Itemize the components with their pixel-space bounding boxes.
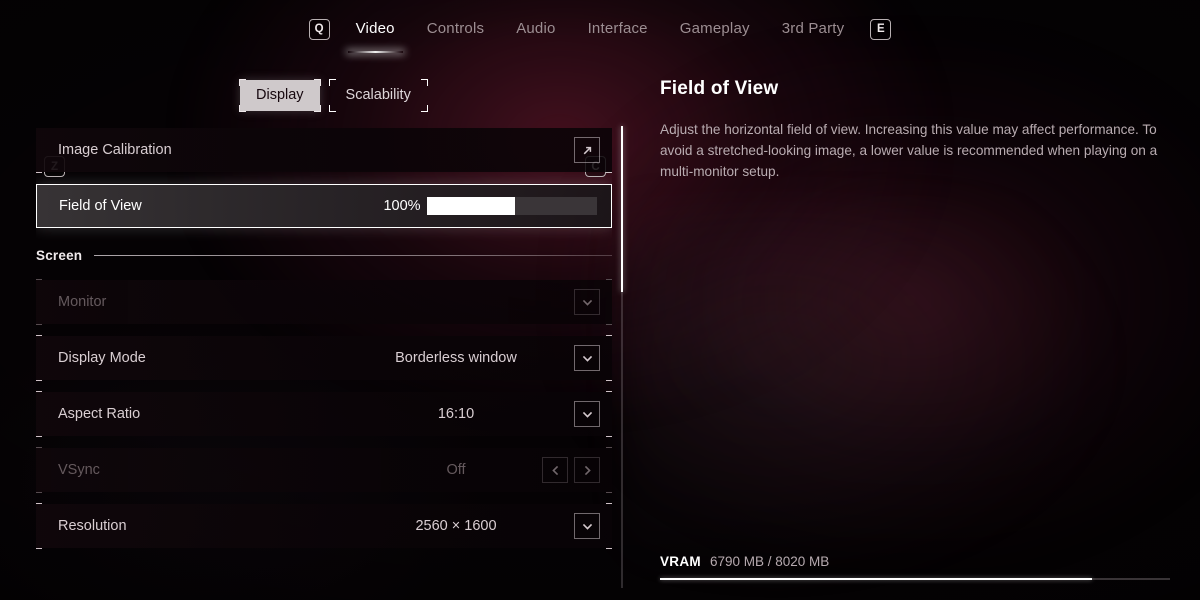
section-header-screen: Screen (36, 240, 612, 270)
setting-row-image-calibration[interactable]: Image Calibration (36, 128, 612, 173)
chevron-down-icon[interactable] (574, 289, 600, 315)
corner-bracket-icon (606, 279, 612, 286)
section-divider (94, 254, 612, 256)
corner-bracket-icon (606, 374, 612, 381)
setting-label-image-calibration: Image Calibration (58, 142, 172, 158)
section-title-screen: Screen (36, 247, 83, 263)
subtab-scalability[interactable]: Scalability (328, 79, 428, 112)
corner-bracket-icon (36, 166, 42, 173)
corner-bracket-icon (420, 105, 428, 112)
tab-video[interactable]: Video (340, 16, 411, 53)
corner-bracket-icon (36, 447, 42, 454)
corner-bracket-icon (328, 79, 336, 86)
tab-interface-label: Interface (587, 20, 648, 37)
setting-value-resolution: 2560 × 1600 (415, 518, 497, 534)
subtab-group: Display Scalability (239, 79, 428, 112)
active-tab-underline (347, 51, 403, 53)
chevron-down-icon[interactable] (574, 401, 600, 427)
setting-row-monitor[interactable]: Monitor (36, 279, 612, 325)
subtab-display[interactable]: Display (239, 79, 321, 112)
settings-scrollbar[interactable] (621, 126, 623, 588)
settings-list: Image Calibration Field of View 100% Scr… (36, 128, 612, 600)
vram-value: 6790 MB / 8020 MB (709, 554, 830, 569)
corner-bracket-icon (606, 318, 612, 325)
setting-row-aspect-ratio[interactable]: Aspect Ratio 16:10 (36, 391, 612, 437)
tab-gameplay-label: Gameplay (679, 20, 750, 37)
top-nav-items: Video Controls Audio Interface Gameplay … (340, 16, 861, 53)
corner-bracket-icon (606, 391, 612, 398)
field-of-view-slider-fill (427, 197, 516, 215)
tab-3rd-party[interactable]: 3rd Party (766, 16, 861, 42)
corner-bracket-icon (313, 79, 321, 86)
corner-bracket-icon (36, 391, 42, 398)
settings-screen: Q Video Controls Audio Interface Gamepla… (0, 0, 1200, 600)
setting-value-display-mode: Borderless window (395, 350, 517, 366)
corner-bracket-icon (606, 128, 612, 134)
tab-audio[interactable]: Audio (500, 16, 571, 42)
setting-value-vsync: Off (446, 462, 466, 478)
corner-bracket-icon (36, 128, 42, 134)
setting-label-aspect-ratio: Aspect Ratio (58, 406, 141, 422)
setting-label-vsync: VSync (58, 462, 100, 478)
detail-description: Adjust the horizontal field of view. Inc… (660, 122, 1158, 179)
tab-gameplay[interactable]: Gameplay (664, 16, 766, 42)
tab-interface[interactable]: Interface (572, 16, 664, 42)
settings-panel: Z C Display Scalability (0, 70, 630, 600)
key-hint-q-icon: Q (308, 18, 330, 40)
scrollbar-thumb[interactable] (621, 126, 623, 293)
tab-controls-label: Controls (426, 20, 485, 37)
vram-text-row: VRAM 6790 MB / 8020 MB (660, 554, 1170, 569)
corner-bracket-icon (36, 335, 42, 342)
tab-controls[interactable]: Controls (411, 16, 500, 42)
corner-bracket-icon (36, 486, 42, 493)
subtab-bar: Display Scalability (0, 70, 630, 122)
subtab-scalability-label: Scalability (345, 87, 411, 103)
corner-bracket-icon (606, 542, 612, 549)
corner-bracket-icon (36, 503, 42, 510)
vram-indicator: VRAM 6790 MB / 8020 MB (660, 554, 1170, 580)
subtab-display-label: Display (256, 87, 304, 103)
corner-bracket-icon (239, 105, 246, 112)
setting-label-field-of-view: Field of View (59, 198, 142, 214)
field-of-view-slider[interactable] (427, 197, 597, 215)
key-hint-e-icon: E (870, 18, 892, 40)
tab-video-label: Video (355, 20, 395, 37)
corner-bracket-icon (606, 335, 612, 342)
external-link-icon[interactable] (574, 137, 600, 163)
chevron-down-icon[interactable] (574, 345, 600, 371)
top-navigation: Q Video Controls Audio Interface Gamepla… (0, 0, 1200, 58)
detail-panel: Field of View Adjust the horizontal fiel… (660, 78, 1170, 588)
corner-bracket-icon (606, 447, 612, 454)
corner-bracket-icon (328, 105, 336, 112)
vram-bar-track (660, 578, 1170, 580)
corner-bracket-icon (606, 503, 612, 510)
setting-row-display-mode[interactable]: Display Mode Borderless window (36, 335, 612, 381)
corner-bracket-icon (36, 318, 42, 325)
corner-bracket-icon (606, 486, 612, 493)
setting-label-resolution: Resolution (58, 518, 127, 534)
corner-bracket-icon (606, 166, 612, 173)
chevron-right-icon[interactable] (574, 457, 600, 483)
corner-bracket-icon (36, 279, 42, 286)
corner-bracket-icon (606, 430, 612, 437)
setting-label-monitor: Monitor (58, 294, 107, 310)
corner-bracket-icon (420, 79, 428, 86)
chevron-down-icon[interactable] (574, 513, 600, 539)
setting-row-field-of-view[interactable]: Field of View 100% (36, 184, 612, 228)
detail-title: Field of View (660, 78, 779, 99)
vram-bar-fill (660, 578, 1092, 580)
vram-label: VRAM (660, 554, 701, 569)
corner-bracket-icon (313, 105, 321, 112)
tab-3rd-party-label: 3rd Party (781, 20, 845, 37)
chevron-left-icon[interactable] (542, 457, 568, 483)
corner-bracket-icon (36, 430, 42, 437)
setting-row-vsync[interactable]: VSync Off (36, 447, 612, 493)
setting-row-resolution[interactable]: Resolution 2560 × 1600 (36, 503, 612, 549)
tab-audio-label: Audio (516, 20, 556, 37)
setting-value-aspect-ratio: 16:10 (437, 406, 475, 422)
corner-bracket-icon (239, 79, 246, 86)
setting-label-display-mode: Display Mode (58, 350, 146, 366)
corner-bracket-icon (36, 374, 42, 381)
corner-bracket-icon (36, 542, 42, 549)
